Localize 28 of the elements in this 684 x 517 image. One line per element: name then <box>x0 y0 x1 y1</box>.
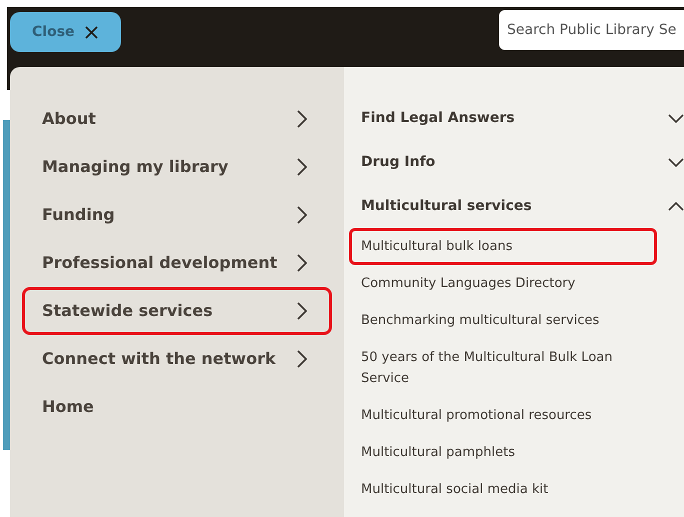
chevron-right-icon <box>297 158 307 176</box>
chevron-up-icon <box>668 202 684 210</box>
chevron-right-icon <box>297 302 307 320</box>
menu-item[interactable]: Managing my library <box>22 143 332 191</box>
submenu-link[interactable]: Multicultural bulk loans <box>349 228 657 265</box>
chevron-down-icon <box>668 114 684 122</box>
submenu-link[interactable]: 50 years of the Multicultural Bulk Loan Service <box>349 339 649 397</box>
search-field[interactable]: Search Public Library Se <box>499 10 684 50</box>
submenu-link[interactable]: Benchmarking multicultural services <box>349 302 649 339</box>
submenu-link[interactable]: Community Languages Directory <box>349 265 649 302</box>
submenu-link[interactable]: Multicultural social media kit <box>349 471 649 508</box>
menu-item[interactable]: About <box>22 95 332 143</box>
chevron-right-icon <box>297 110 307 128</box>
close-icon <box>84 26 98 38</box>
submenu-link[interactable]: Multicultural pamphlets <box>349 434 649 471</box>
chevron-right-icon <box>297 350 307 368</box>
menu-item[interactable]: Connect with the network <box>22 335 332 383</box>
chevron-right-icon <box>297 254 307 272</box>
accordion-header[interactable]: Multicultural services <box>361 184 684 228</box>
accordion-header[interactable]: Find Legal Answers <box>361 96 684 140</box>
accordion-header[interactable]: Drug Info <box>361 140 684 184</box>
menu-item[interactable]: Statewide services <box>22 287 332 335</box>
menu-item[interactable]: Home <box>22 383 332 431</box>
menu-item[interactable]: Funding <box>22 191 332 239</box>
submenu-link[interactable]: Multicultural promotional resources <box>349 397 649 434</box>
chevron-down-icon <box>668 158 684 166</box>
menu-item[interactable]: Professional development <box>22 239 332 287</box>
chevron-right-icon <box>297 206 307 224</box>
